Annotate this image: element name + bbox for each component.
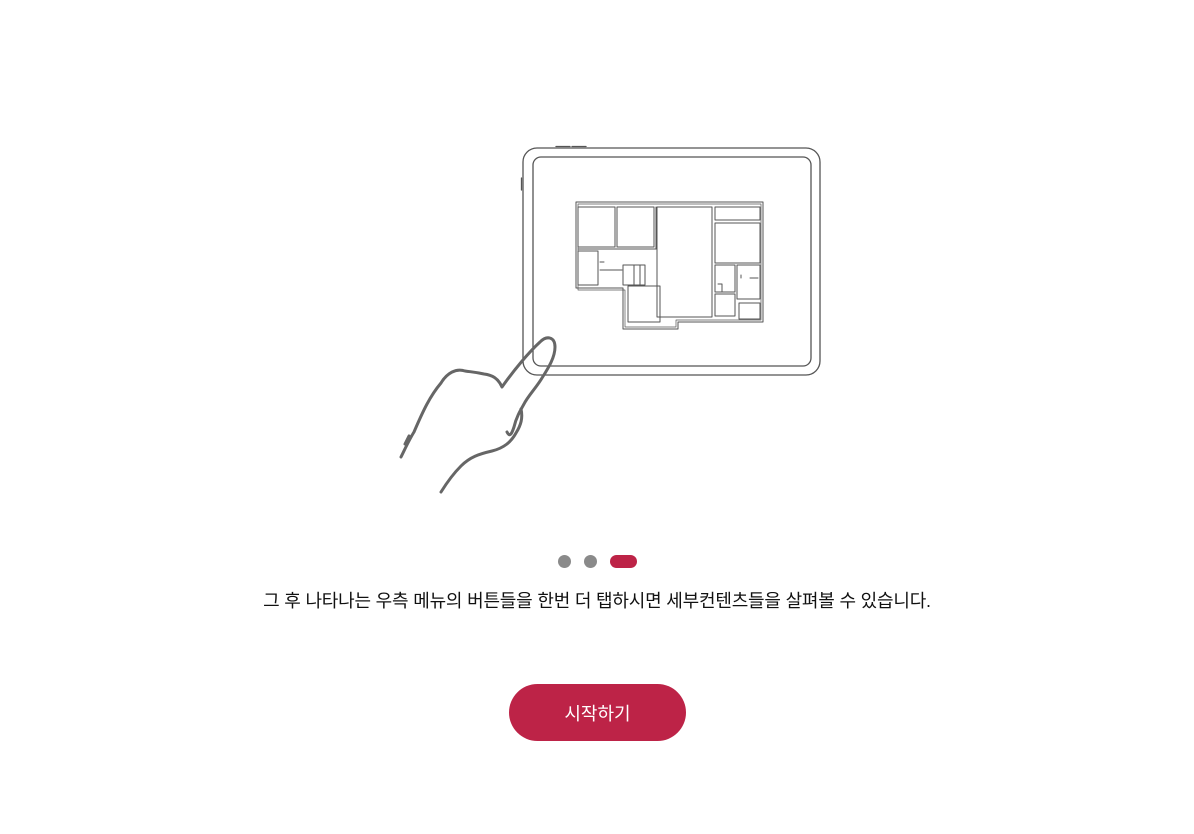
tutorial-illustration bbox=[399, 145, 821, 494]
page-indicator bbox=[0, 555, 1194, 568]
page-dot-3-active[interactable] bbox=[609, 555, 637, 568]
floor-plan-icon bbox=[575, 201, 764, 330]
onboarding-screen: 그 후 나타나는 우측 메뉴의 버튼들을 한번 더 탭하시면 세부컨텐츠들을 살… bbox=[0, 0, 1194, 834]
page-dot-2[interactable] bbox=[583, 555, 597, 568]
hand-tap-icon bbox=[399, 336, 557, 494]
start-button[interactable]: 시작하기 bbox=[509, 684, 686, 741]
tablet-icon bbox=[520, 145, 821, 376]
instruction-text: 그 후 나타나는 우측 메뉴의 버튼들을 한번 더 탭하시면 세부컨텐츠들을 살… bbox=[263, 591, 931, 611]
page-dot-1[interactable] bbox=[557, 555, 571, 568]
